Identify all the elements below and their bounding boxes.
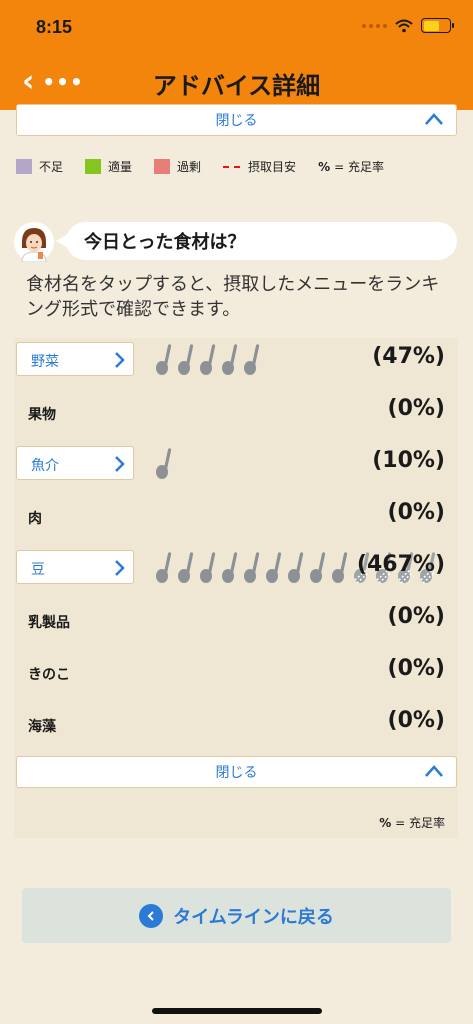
spoon-icon	[200, 344, 216, 375]
legend-swatch	[16, 159, 32, 174]
food-percent: (47%)	[372, 344, 445, 369]
spoon-icon	[288, 552, 304, 583]
back-to-timeline-label: タイムラインに戻る	[173, 906, 334, 928]
spoon-icon	[244, 552, 260, 583]
spoon-meter	[154, 342, 264, 376]
food-label: 肉	[28, 511, 42, 527]
food-percent: (0%)	[387, 500, 445, 525]
legend-label: 摂取目安	[248, 160, 297, 174]
close-label: 閉じる	[215, 765, 258, 781]
signal-icon	[362, 23, 387, 28]
spoon-icon	[178, 552, 194, 583]
legend-item-adequate: 適量	[85, 158, 132, 175]
legend-item-percent: % = 充足率	[318, 158, 384, 175]
wifi-icon	[395, 19, 413, 32]
status-icons	[362, 18, 454, 33]
spoon-icon	[156, 344, 172, 375]
chevron-right-icon	[115, 352, 125, 368]
legend-item-shortage: 不足	[16, 158, 63, 175]
spoon-icon	[310, 552, 326, 583]
percent-note-label: = 充足率	[395, 816, 445, 830]
food-button[interactable]: 魚介	[16, 446, 134, 480]
percent-note: % = 充足率	[379, 814, 445, 831]
legend-label: = 充足率	[334, 160, 384, 174]
advisor-avatar	[14, 222, 54, 262]
status-time: 8:15	[36, 17, 73, 37]
food-label: きのこ	[28, 667, 70, 683]
legend-swatch	[154, 159, 171, 174]
header: 8:15 ‹ ••• アドバイス詳細	[0, 0, 473, 110]
food-percent: (0%)	[387, 656, 445, 681]
food-row: 魚介 (10%)	[16, 444, 457, 484]
spoon-icon	[244, 344, 260, 375]
percent-symbol: %	[379, 816, 392, 830]
food-percent: (0%)	[387, 604, 445, 629]
close-button-bottom[interactable]: 閉じる	[16, 756, 457, 788]
spoon-icon	[200, 552, 216, 583]
food-label: 果物	[28, 407, 56, 423]
food-label: 乳製品	[28, 615, 70, 631]
food-percent: (0%)	[387, 396, 445, 421]
food-button[interactable]: 豆	[16, 550, 134, 584]
food-percent: (10%)	[372, 448, 445, 473]
food-row: きのこ (0%)	[16, 652, 457, 692]
chevron-up-icon	[425, 765, 443, 777]
food-row: 海藻 (0%)	[16, 704, 457, 744]
food-label: 魚介	[31, 458, 59, 474]
spoon-icon	[266, 552, 282, 583]
food-label: 豆	[31, 562, 45, 578]
legend: 不足 適量 過剰 摂取目安 % = 充足率	[16, 158, 406, 175]
legend-label: 適量	[108, 160, 133, 174]
legend-label: 過剰	[177, 160, 202, 174]
spoon-icon	[222, 552, 238, 583]
spoon-icon	[178, 344, 194, 375]
spoon-icon	[332, 552, 348, 583]
home-indicator	[152, 1008, 322, 1014]
chevron-right-icon	[115, 456, 125, 472]
legend-item-excess: 過剰	[154, 158, 201, 175]
dashed-line-icon	[223, 165, 241, 168]
food-label: 海藻	[28, 719, 56, 735]
food-row: 肉 (0%)	[16, 496, 457, 536]
spoon-icon	[156, 552, 172, 583]
chevron-right-icon	[115, 560, 125, 576]
food-row: 野菜 (47%)	[16, 340, 457, 380]
legend-swatch	[85, 159, 102, 174]
legend-label: 不足	[39, 160, 64, 174]
battery-icon	[421, 18, 454, 33]
food-label: 野菜	[31, 354, 59, 370]
back-to-timeline-button[interactable]: タイムラインに戻る	[22, 888, 451, 943]
spoon-icon	[156, 448, 172, 479]
food-percent: (0%)	[387, 708, 445, 733]
spoon-meter	[154, 446, 176, 480]
chevron-up-icon	[425, 113, 443, 125]
food-row: 果物 (0%)	[16, 392, 457, 432]
page-title: アドバイス詳細	[152, 72, 321, 100]
question-description: 食材名をタップすると、摂取したメニューをランキング形式で確認できます。	[26, 274, 440, 320]
chevron-left-circle-icon	[139, 903, 164, 928]
legend-item-target: 摂取目安	[223, 158, 296, 175]
food-percent: (467%)	[356, 552, 445, 577]
spoon-icon	[222, 344, 238, 375]
food-row: 乳製品 (0%)	[16, 600, 457, 640]
question-bubble: 今日とった食材は？	[56, 222, 457, 260]
close-label: 閉じる	[215, 113, 258, 129]
food-button[interactable]: 野菜	[16, 342, 134, 376]
food-row: 豆 (467%)	[16, 548, 457, 588]
percent-symbol: %	[318, 159, 331, 174]
close-button-top[interactable]: 閉じる	[16, 104, 457, 136]
